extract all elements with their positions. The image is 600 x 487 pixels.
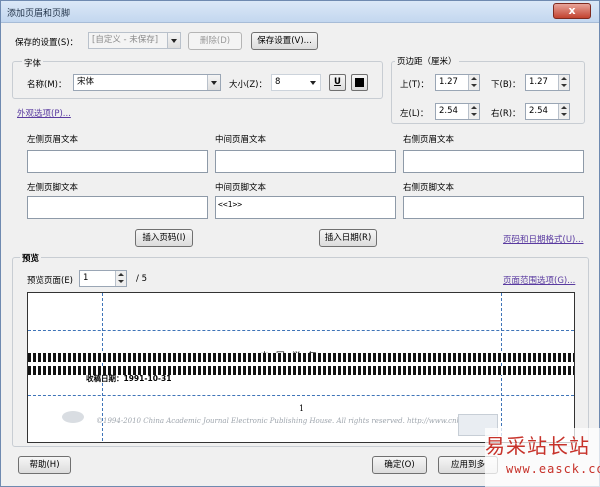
chevron-down-icon[interactable] [207,75,220,90]
margin-bottom-value: 1.27 [529,77,548,87]
help-button[interactable]: 帮助(H) [18,456,71,474]
saved-settings-value: [自定义 - 未保存] [92,35,159,45]
left-header-label: 左侧页眉文本 [27,135,79,145]
center-footer-label: 中间页脚文本 [215,183,267,193]
margin-right-value: 2.54 [529,106,548,116]
copyright-text: ©1994-2010 China Academic Journal Electr… [96,417,477,425]
font-size-label: 大小(Z)： [229,80,267,90]
margin-top-value: 1.27 [439,77,458,87]
margins-group-title: 页边距（厘米） [395,55,459,67]
margin-right-label: 右(R)： [491,109,521,119]
preview-page-input[interactable]: 1 [79,270,127,287]
font-name-value: 宋体 [77,77,95,87]
cnki-logo-icon [62,411,84,423]
footer-guide [28,395,574,396]
font-group-title: 字体 [22,57,44,69]
margin-bottom-label: 下(B)： [491,80,521,90]
watermark: 易采站长站 www.easck.com [485,428,600,487]
underline-button[interactable]: U [329,74,346,91]
margin-top-input[interactable]: 1.27 [435,74,480,91]
chevron-down-icon[interactable] [307,75,320,90]
margin-right-input[interactable]: 2.54 [525,103,570,120]
save-settings-button[interactable]: 保存设置(V)... [251,32,318,50]
header-guide [28,330,574,331]
font-name-label: 名称(M)： [27,80,67,90]
received-date-text: 收稿日期：1991-10-31 [86,374,172,383]
watermark-name: 易采站长站 [485,434,590,458]
left-footer-label: 左侧页脚文本 [27,183,79,193]
appearance-options-link[interactable]: 外观选项(P)... [17,107,71,119]
left-footer-textbox[interactable] [27,196,208,219]
margin-left-input[interactable]: 2.54 [435,103,480,120]
font-color-button[interactable] [351,74,368,91]
page-break-top [28,353,574,362]
preview-page-label: 预览页面(E) [27,276,74,286]
margin-bottom-input[interactable]: 1.27 [525,74,570,91]
page-range-options-link[interactable]: 页面范围选项(G)... [503,274,575,286]
saved-settings-label: 保存的设置(S)： [15,38,79,48]
left-header-textbox[interactable] [27,150,208,173]
preview-page-total: / 5 [136,274,147,284]
title-bar[interactable]: 添加页眉和页脚 x [1,1,599,23]
page-date-format-link[interactable]: 页码和日期格式(U)... [503,233,583,245]
center-footer-textbox[interactable]: <<1>> [215,196,396,219]
color-swatch-icon [355,78,364,87]
spin-arrows-icon[interactable] [115,271,126,286]
dialog-window: 添加页眉和页脚 x 保存的设置(S)： [自定义 - 未保存] 删除(D) 保存… [0,0,600,487]
preview-page-value: 1 [83,273,89,283]
font-size-dropdown[interactable]: 8 [271,74,321,91]
saved-settings-dropdown[interactable]: [自定义 - 未保存] [88,32,181,49]
window-title: 添加页眉和页脚 [7,9,71,19]
right-header-label: 右侧页眉文本 [403,135,455,145]
right-footer-textbox[interactable] [403,196,584,219]
margin-top-label: 上(T)： [400,80,429,90]
center-header-textbox[interactable] [215,150,396,173]
spin-arrows-icon[interactable] [468,104,479,119]
font-name-dropdown[interactable]: 宋体 [73,74,221,91]
margin-left-value: 2.54 [439,106,458,116]
font-size-value: 8 [275,77,281,87]
preview-group-title: 预览 [20,252,42,264]
delete-button[interactable]: 删除(D) [188,32,242,50]
center-header-label: 中间页眉文本 [215,135,267,145]
chevron-down-icon[interactable] [167,33,180,48]
preview-page-number: 1 [299,404,305,413]
spin-arrows-icon[interactable] [468,75,479,90]
ok-button[interactable]: 确定(O) [372,456,427,474]
insert-page-number-button[interactable]: 插入页码(I) [135,229,193,247]
insert-date-button[interactable]: 插入日期(R) [319,229,377,247]
watermark-url: www.easck.com [506,462,600,476]
spin-arrows-icon[interactable] [558,104,569,119]
margin-left-label: 左(L)： [400,109,429,119]
right-footer-label: 右侧页脚文本 [403,183,455,193]
spin-arrows-icon[interactable] [558,75,569,90]
right-header-textbox[interactable] [403,150,584,173]
close-button[interactable]: x [553,3,591,19]
